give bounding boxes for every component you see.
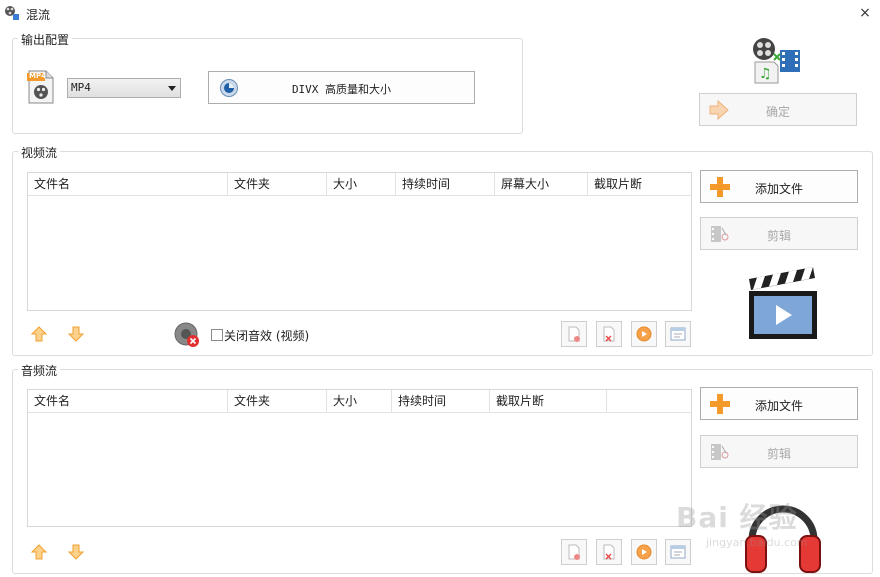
mute-video-label[interactable]: 关闭音效 (视频) [224, 327, 309, 344]
video-edit-button[interactable]: 剪辑 [700, 217, 858, 250]
quality-button-label: DIVX 高质量和大小 [291, 83, 392, 96]
file-clear-icon [603, 544, 615, 560]
audio-edit-label: 剪辑 [766, 447, 791, 461]
file-remove-icon [568, 326, 580, 342]
video-add-file-label: 添加文件 [754, 182, 803, 196]
video-file-table[interactable]: 文件名 文件夹 大小 持续时间 屏幕大小 截取片断 [27, 172, 692, 311]
audio-col-folder[interactable]: 文件夹 [228, 390, 327, 413]
audio-edit-button[interactable]: 剪辑 [700, 435, 858, 468]
audio-add-file-label: 添加文件 [754, 399, 803, 413]
mute-video-icon [174, 322, 200, 348]
audio-stream-label: 音频流 [18, 362, 61, 379]
video-col-size[interactable]: 大小 [327, 173, 396, 196]
video-play-button[interactable] [631, 321, 657, 347]
video-stream-label: 视频流 [18, 144, 61, 161]
format-select[interactable]: MP4 [67, 78, 181, 98]
file-remove-icon [568, 544, 580, 560]
mute-video-checkbox[interactable] [211, 329, 223, 341]
video-col-duration[interactable]: 持续时间 [396, 173, 495, 196]
video-add-file-button[interactable]: 添加文件 [700, 170, 858, 203]
confirm-button-label: 确定 [765, 105, 790, 119]
play-icon [636, 326, 652, 342]
watermark-text: Bai 经验 [676, 501, 798, 534]
video-col-filename[interactable]: 文件名 [28, 173, 228, 196]
confirm-button[interactable]: 确定 [699, 93, 857, 126]
video-clear-button[interactable] [596, 321, 622, 347]
move-down-icon[interactable] [67, 325, 85, 343]
video-col-screen-size[interactable]: 屏幕大小 [495, 173, 588, 196]
video-col-folder[interactable]: 文件夹 [228, 173, 327, 196]
play-icon [636, 544, 652, 560]
clapperboard-icon [747, 265, 819, 341]
audio-col-empty[interactable] [607, 390, 691, 413]
mp4-file-icon: MP4 [26, 70, 56, 104]
format-select-value: MP4 [71, 81, 91, 94]
window-icon [670, 327, 686, 341]
audio-add-file-button[interactable]: 添加文件 [700, 387, 858, 420]
close-button[interactable]: × [852, 2, 878, 24]
watermark: Bai 经验 jingyan.baidu.com [676, 496, 876, 556]
audio-play-button[interactable] [631, 539, 657, 565]
audio-delete-file-button[interactable] [561, 539, 587, 565]
audio-move-down-icon[interactable] [67, 543, 85, 561]
output-config-label: 输出配置 [18, 31, 73, 48]
media-convert-icon: ♫ [750, 36, 804, 84]
audio-col-size[interactable]: 大小 [327, 390, 392, 413]
audio-file-table[interactable]: 文件名 文件夹 大小 持续时间 截取片断 [27, 389, 692, 527]
watermark-sub: jingyan.baidu.com [706, 536, 808, 549]
video-edit-label: 剪辑 [766, 229, 791, 243]
svg-text:♫: ♫ [759, 66, 772, 82]
title-bar: 混流 × [0, 0, 880, 28]
mp4-icon-label: MP4 [29, 72, 46, 80]
audio-clear-button[interactable] [596, 539, 622, 565]
move-up-icon[interactable] [30, 325, 48, 343]
quality-settings-button[interactable]: DIVX 高质量和大小 [208, 71, 475, 104]
file-clear-icon [603, 326, 615, 342]
chevron-down-icon [168, 86, 176, 91]
window-title: 混流 [26, 8, 51, 22]
audio-move-up-icon[interactable] [30, 543, 48, 561]
video-info-button[interactable] [665, 321, 691, 347]
audio-col-duration[interactable]: 持续时间 [392, 390, 490, 413]
audio-col-filename[interactable]: 文件名 [28, 390, 228, 413]
audio-col-clip[interactable]: 截取片断 [490, 390, 607, 413]
video-col-clip[interactable]: 截取片断 [588, 173, 691, 196]
video-delete-file-button[interactable] [561, 321, 587, 347]
app-icon [4, 5, 20, 21]
